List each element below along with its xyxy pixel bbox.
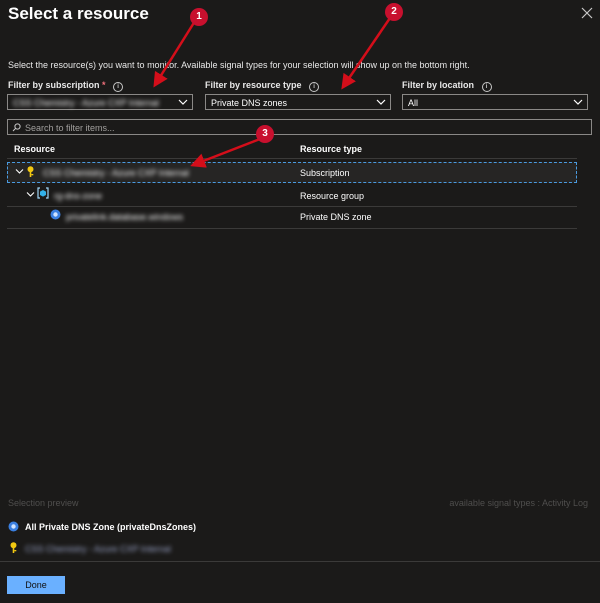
annotation-marker-2: 2 — [385, 3, 403, 21]
selected-subscription-text: CSS Chemistry - Azure CXP Internal — [25, 544, 171, 554]
key-icon — [9, 542, 18, 554]
dns-zone-icon — [8, 521, 19, 532]
done-button[interactable]: Done — [7, 576, 65, 594]
annotation-arrows — [153, 17, 392, 168]
selected-zone-text: All Private DNS Zone (privateDnsZones) — [25, 522, 197, 532]
footer-divider — [0, 561, 600, 562]
selection-preview-label: Selection preview — [8, 498, 79, 508]
annotation-marker-1: 1 — [190, 8, 208, 26]
signal-types-text: available signal types : Activity Log — [449, 498, 588, 508]
annotation-marker-3: 3 — [256, 125, 274, 143]
